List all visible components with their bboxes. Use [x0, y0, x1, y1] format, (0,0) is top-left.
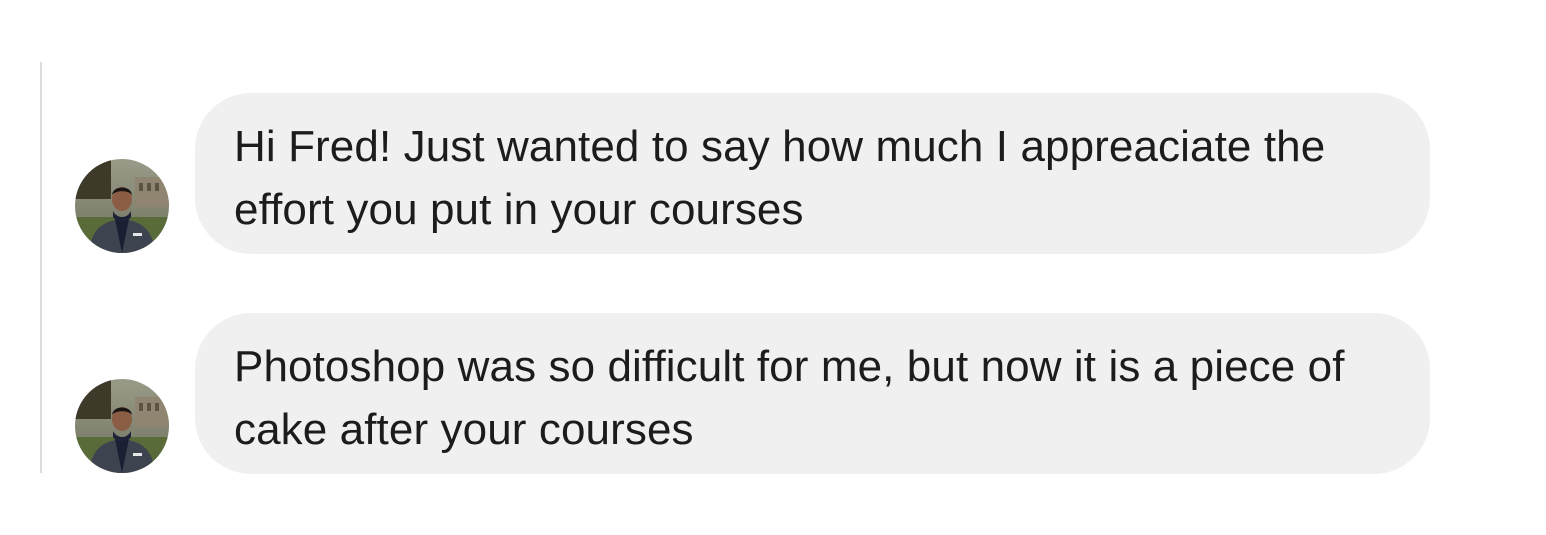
message-text: Photoshop was so difficult for me, but n…: [234, 342, 1345, 454]
avatar[interactable]: [75, 379, 169, 473]
message-text: Hi Fred! Just wanted to say how much I a…: [234, 122, 1326, 234]
message-bubble[interactable]: Hi Fred! Just wanted to say how much I a…: [195, 93, 1430, 254]
message-bubble[interactable]: Photoshop was so difficult for me, but n…: [195, 313, 1430, 474]
avatar[interactable]: [75, 159, 169, 253]
thread-divider: [40, 62, 42, 473]
user-photo-icon: [75, 379, 169, 473]
user-photo-icon: [75, 159, 169, 253]
